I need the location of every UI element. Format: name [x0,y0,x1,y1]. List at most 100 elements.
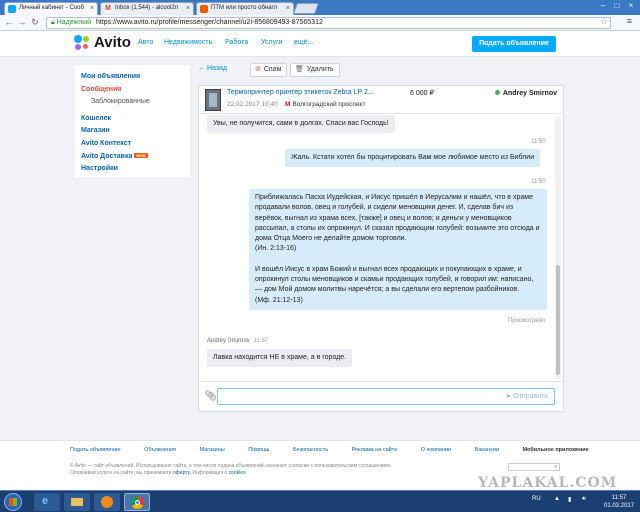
url-text: https://www.avito.ru/profile/messenger/c… [95,19,323,26]
send-label: Отправить [513,393,548,400]
system-clock[interactable]: 11:57 01.03.2017 [604,494,634,510]
close-window-icon[interactable]: × [624,1,638,10]
internet-explorer-icon[interactable]: e [34,493,60,511]
sidebar-item-settings[interactable]: Настройки [81,163,190,176]
spam-label: Спам [263,66,282,73]
sidebar-item-delivery[interactable]: Avito Доставка NEW [81,150,190,163]
minimize-icon[interactable]: – [596,1,610,10]
footer-link-post-ad[interactable]: Подать объявление [70,447,121,453]
quote-line: рассыпал, а столы их опрокинул. И сказал… [255,224,540,232]
start-button[interactable] [4,493,22,511]
metro-label: Волгоградский проспект [292,101,366,108]
message-composer: 📎︎ ➤ Отправить [199,381,563,411]
tray-arrow-icon[interactable]: ▲ [554,496,560,502]
sidebar-item-wallet[interactable]: Кошелек [81,113,190,126]
sidebar-item-context[interactable]: Avito Контекст [81,138,190,151]
attach-paperclip-icon[interactable]: 📎︎ [204,391,217,402]
quote-line: И вошёл Иисус в храм Божий и выгнал всех… [255,265,522,273]
browser-tab-forum[interactable]: ПТМ или просто обнагл × [196,2,294,15]
volume-icon[interactable]: 🔊︎ [582,496,586,503]
message-time: 11:50 [531,179,546,185]
quote-line: — дом Мой домом молитвы наречётся; а вы … [255,286,520,294]
footer-link-ads[interactable]: Объявления [144,447,176,453]
windows-taskbar: e RU ▲ ▮ 🔊︎ 11:57 01.03.2017 [0,490,640,512]
footer-link-about[interactable]: О компании [421,447,451,453]
watermark: YAPLAKAL.COM [478,475,618,491]
metro-station: M Волгоградский проспект [285,101,365,108]
quote-line: продавали волов, овец и голубей, и сидел… [255,204,514,212]
quote-line: (Ин. 2:13-16) [255,245,297,253]
footer-link-ads-on-site[interactable]: Реклама на сайте [352,447,398,453]
close-tab-icon[interactable]: × [186,3,190,14]
send-button[interactable]: ➤ Отправить [505,392,548,400]
footer-link-safety[interactable]: Безопасность [293,447,328,453]
close-tab-icon[interactable]: × [286,3,290,14]
sidebar-item-my-ads[interactable]: Мои объявления [81,71,190,84]
security-label: Надежный [56,19,92,26]
footer-link-shops[interactable]: Магазины [200,447,225,453]
nav-services[interactable]: Услуги [261,39,283,46]
spam-icon: ⊘ [255,66,261,73]
online-status-icon [494,90,500,95]
media-player-icon[interactable] [94,493,120,511]
item-price: 6 000 ₽ [410,90,434,97]
seller-name[interactable]: Andrey Smirnov [494,90,557,97]
back-link[interactable]: ← Назад [198,65,227,72]
nav-jobs[interactable]: Работа [225,39,248,46]
spam-button[interactable]: ⊘ Спам [250,63,288,77]
quote-line: верёвок, выгнал из храма всех, [также] и… [255,214,512,222]
browser-menu-icon[interactable]: ≡ [627,16,632,26]
footer-link-help[interactable]: Помощь [248,447,269,453]
sidebar-item-shop[interactable]: Магазин [81,125,190,138]
delete-label: Удалить [306,66,334,73]
delete-button[interactable]: 🗑︎ Удалить [290,63,340,77]
message-incoming: Увы, не получится, сами в долгах. Спаси … [207,115,395,133]
item-title-link[interactable]: Термопринтер принтер этикеток Zebra LP 2… [227,89,374,96]
tab-label: ПТМ или просто обнагл [211,5,278,11]
message-input[interactable]: ➤ Отправить [217,388,555,405]
seller-label: Andrey Smirnov [502,90,557,97]
nav-auto[interactable]: Авто [138,39,153,46]
message-outgoing: Жаль. Кстати хотел бы процитировать Вам … [285,149,541,168]
quote-line: (Мф. 21:12-13) [255,296,303,304]
language-indicator[interactable]: RU [532,496,541,502]
close-tab-icon[interactable]: × [90,3,94,14]
offer-link[interactable]: оферту [173,470,190,476]
message-outgoing-quote: Приближалась Пасха Иудейская, и Иисус пр… [249,189,547,310]
browser-toolbar: ← → ↻ 🔒︎ Надежный https://www.avito.ru/p… [0,15,640,31]
message-author: Andrey Smirnov 11:57 [207,338,268,344]
avito-logo-icon [74,35,90,51]
footer-link-jobs[interactable]: Вакансии [475,447,499,453]
item-thumbnail[interactable] [205,89,221,111]
maximize-icon[interactable]: □ [610,1,624,10]
browser-tab-gmail[interactable]: M Inbox (1,544) - alcool2n × [100,2,194,15]
cookies-link[interactable]: cookies [229,470,246,476]
region-select[interactable]: ▾ [508,463,560,471]
footer-legal: © Avito — сайт объявлений. Использование… [70,463,391,477]
address-bar[interactable]: 🔒︎ Надежный https://www.avito.ru/profile… [46,17,611,29]
account-sidebar: Мои объявления Сообщения Заблокированные… [75,65,190,177]
lock-icon: 🔒︎ [51,19,55,26]
browser-tab-avito[interactable]: Личный кабинет - Сооб × [4,2,98,15]
sidebar-item-blocked[interactable]: Заблокированные [81,96,190,109]
network-icon[interactable]: ▮ [568,496,571,503]
forward-arrow-icon[interactable]: → [17,17,27,27]
site-footer: Подать объявление Объявления Магазины По… [0,440,640,491]
scrollbar-thumb[interactable] [556,265,560,375]
nav-more[interactable]: ещё... [294,39,313,46]
nav-realty[interactable]: Недвижимость [164,39,212,46]
folder-icon[interactable] [64,493,90,511]
chat-scrollbar[interactable] [555,117,561,379]
tab-label: Inbox (1,544) - alcool2n [115,5,179,11]
gmail-icon: M [104,5,112,13]
post-ad-button[interactable]: Подать объявление [472,36,556,52]
sidebar-item-messages[interactable]: Сообщения [81,84,190,97]
chrome-icon[interactable] [124,493,150,511]
sidebar-item-label: Avito Доставка [81,153,133,160]
message-incoming: Лавка находится НЕ в храме, а в городе. [207,349,353,367]
back-arrow-icon[interactable]: ← [4,17,14,27]
new-tab-button[interactable] [292,3,320,14]
reload-icon[interactable]: ↻ [30,17,40,28]
bookmark-star-icon[interactable]: ☆ [600,16,608,27]
footer-link-mobile-app[interactable]: Мобильное приложение [522,447,588,453]
